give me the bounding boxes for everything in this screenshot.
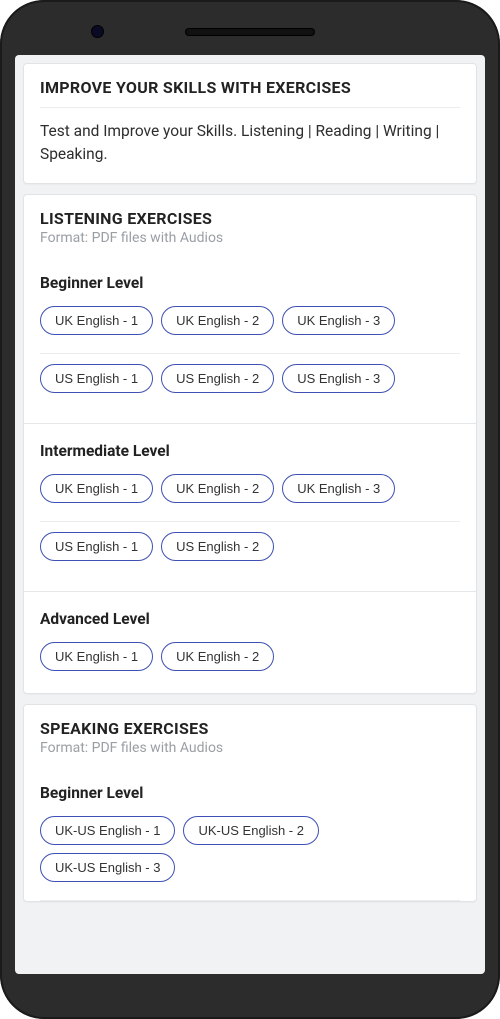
- chip-row: US English - 1 US English - 2 US English…: [40, 354, 460, 415]
- exercise-chip[interactable]: US English - 3: [282, 364, 395, 393]
- speaking-card: SPEAKING EXERCISES Format: PDF files wit…: [23, 704, 477, 902]
- exercise-chip[interactable]: UK-US English - 3: [40, 853, 175, 882]
- chip-row: US English - 1 US English - 2: [40, 522, 460, 583]
- screen: IMPROVE YOUR SKILLS WITH EXERCISES Test …: [15, 55, 485, 974]
- level-block-intermediate: Intermediate Level UK English - 1 UK Eng…: [24, 424, 476, 583]
- exercise-chip[interactable]: US English - 2: [161, 532, 274, 561]
- exercise-chip[interactable]: UK English - 2: [161, 474, 274, 503]
- speaking-title: SPEAKING EXERCISES: [40, 719, 460, 738]
- phone-frame: IMPROVE YOUR SKILLS WITH EXERCISES Test …: [0, 0, 500, 1019]
- exercise-chip[interactable]: UK English - 1: [40, 642, 153, 671]
- exercise-chip[interactable]: UK English - 2: [161, 642, 274, 671]
- exercise-chip[interactable]: UK English - 2: [161, 306, 274, 335]
- exercise-chip[interactable]: UK English - 1: [40, 306, 153, 335]
- listening-card: LISTENING EXERCISES Format: PDF files wi…: [23, 194, 477, 694]
- listening-subtitle: Format: PDF files with Audios: [40, 230, 460, 246]
- exercise-chip[interactable]: US English - 2: [161, 364, 274, 393]
- chip-row: UK English - 1 UK English - 2 UK English…: [40, 296, 460, 354]
- intro-card: IMPROVE YOUR SKILLS WITH EXERCISES Test …: [23, 63, 477, 184]
- chip-row: UK-US English - 1 UK-US English - 2 UK-U…: [40, 806, 460, 901]
- speaking-subtitle: Format: PDF files with Audios: [40, 740, 460, 756]
- chip-row: UK English - 1 UK English - 2 UK English…: [40, 464, 460, 522]
- intro-title: IMPROVE YOUR SKILLS WITH EXERCISES: [40, 78, 460, 97]
- exercise-chip[interactable]: US English - 1: [40, 364, 153, 393]
- level-title: Beginner Level: [40, 268, 460, 292]
- exercise-chip[interactable]: UK-US English - 2: [183, 816, 318, 845]
- exercise-chip[interactable]: UK-US English - 1: [40, 816, 175, 845]
- level-block-beginner: Beginner Level UK English - 1 UK English…: [24, 256, 476, 415]
- level-block-advanced: Advanced Level UK English - 1 UK English…: [24, 592, 476, 693]
- listening-title: LISTENING EXERCISES: [40, 209, 460, 228]
- chip-row: UK English - 1 UK English - 2: [40, 632, 460, 693]
- exercise-chip[interactable]: UK English - 3: [282, 306, 395, 335]
- exercise-chip[interactable]: US English - 1: [40, 532, 153, 561]
- exercise-chip[interactable]: UK English - 3: [282, 474, 395, 503]
- level-block-beginner: Beginner Level UK-US English - 1 UK-US E…: [24, 766, 476, 901]
- intro-body: Test and Improve your Skills. Listening …: [24, 108, 476, 183]
- level-title: Intermediate Level: [40, 436, 460, 460]
- level-title: Beginner Level: [40, 778, 460, 802]
- level-title: Advanced Level: [40, 604, 460, 628]
- exercise-chip[interactable]: UK English - 1: [40, 474, 153, 503]
